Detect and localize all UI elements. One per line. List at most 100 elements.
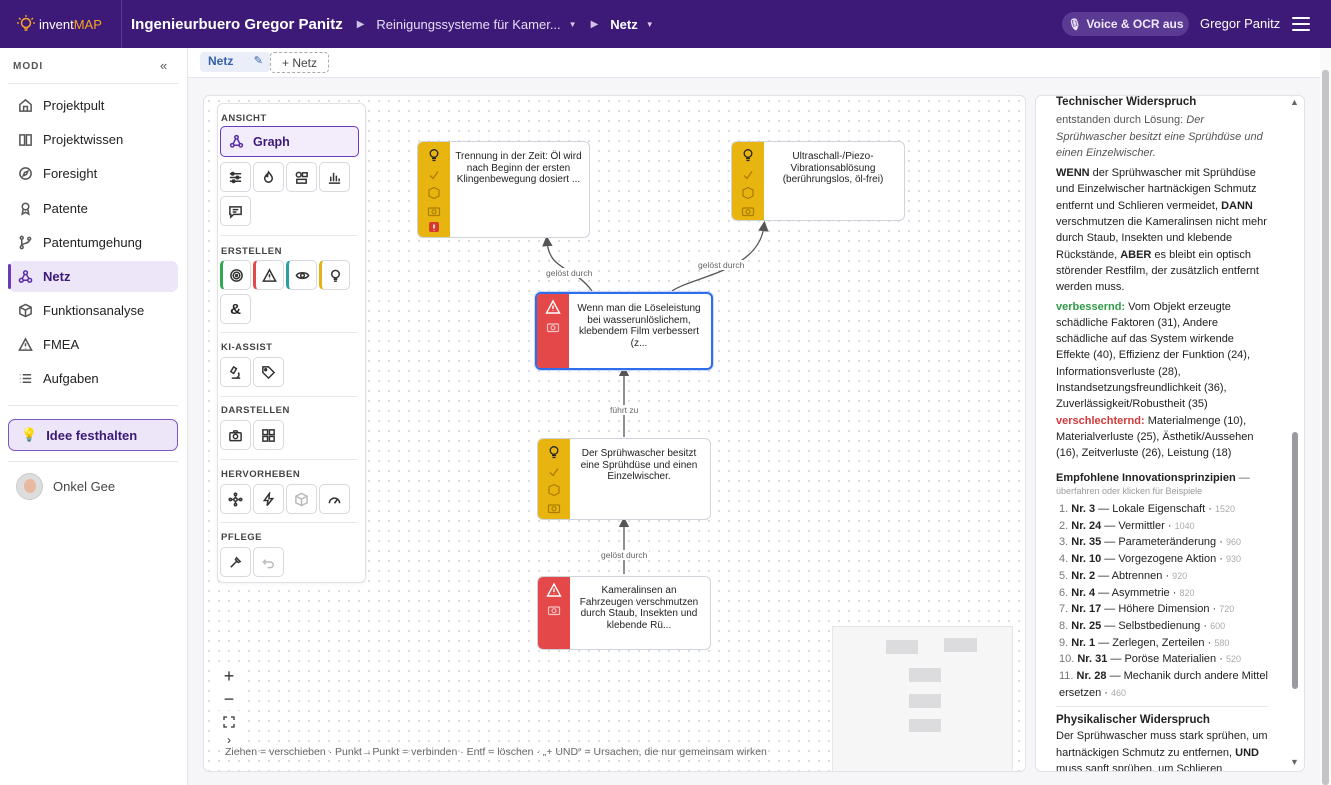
create-goal-button[interactable] (220, 260, 251, 290)
fit-view-button[interactable] (216, 711, 242, 733)
graph-node-solution[interactable]: Trennung in der Zeit: Öl wird nach Begin… (417, 141, 590, 238)
minimap[interactable] (832, 626, 1013, 771)
sidebar-item-foresight[interactable]: Foresight (8, 158, 178, 189)
network-icon (18, 270, 33, 283)
sidebar-item-projektwissen[interactable]: Projektwissen (8, 124, 178, 155)
principle-item[interactable]: 10. Nr. 31 — Poröse Materialien · 520 (1059, 651, 1279, 668)
scroll-up-icon[interactable]: ▲ (1290, 97, 1299, 107)
collapse-sidebar-icon[interactable]: « (160, 58, 167, 73)
sidebar-item-projektpult[interactable]: Projektpult (8, 90, 178, 121)
idee-festhalten-button[interactable]: 💡 Idee festhalten (8, 419, 178, 451)
create-observation-button[interactable] (286, 260, 317, 290)
principle-position: 1. (1059, 503, 1069, 515)
account-name: Onkel Gee (53, 479, 116, 494)
shapes-button[interactable] (286, 162, 317, 192)
chevron-down-icon[interactable]: ▼ (646, 20, 654, 29)
graph-node-problem[interactable]: Kameralinsen an Fahrzeugen verschmutzen … (537, 576, 711, 650)
principle-item[interactable]: 2. Nr. 24 — Vermittler · 1040 (1059, 518, 1279, 535)
sidebar-item-aufgaben[interactable]: Aufgaben (8, 363, 178, 394)
principle-number: Nr. 17 (1071, 603, 1102, 616)
alert-icon (429, 222, 439, 232)
verschlechternd-label: verschlechternd: (1056, 414, 1145, 427)
tag-button[interactable] (253, 357, 284, 387)
highlight-components-button[interactable] (286, 484, 317, 514)
principle-name: — Parameteränderung (1101, 536, 1217, 549)
sidebar-item-fmea[interactable]: FMEA (8, 329, 178, 360)
panel-scrollbar[interactable]: ▲ ▼ (1287, 95, 1303, 772)
tab-netz[interactable]: Netz ✎ (200, 52, 270, 72)
sidebar-item-funktionsanalyse[interactable]: Funktionsanalyse (8, 295, 178, 326)
highlight-impact-button[interactable] (253, 484, 284, 514)
breadcrumb-topic[interactable]: Reinigungssysteme für Kamer... (376, 17, 560, 32)
edit-pencil-icon[interactable]: ✎ (254, 54, 263, 67)
add-netz-button[interactable]: + Netz (270, 52, 329, 73)
page-scrollbar[interactable] (1320, 48, 1331, 785)
principle-position: 11. (1059, 670, 1074, 683)
principle-number: Nr. 31 (1077, 653, 1108, 666)
node-text: Der Sprühwascher besitzt eine Sprühdüse … (580, 448, 698, 482)
minimap-node (909, 668, 941, 682)
page-scrollbar-thumb[interactable] (1322, 70, 1329, 785)
detail-panel: Technischer Widerspruch entstanden durch… (1035, 95, 1305, 772)
sidebar-item-label: FMEA (43, 337, 80, 352)
voice-ocr-toggle[interactable]: 🎙 Voice & OCR aus (1062, 12, 1189, 36)
account-entry[interactable]: Onkel Gee (16, 473, 115, 500)
graph-node-contradiction-selected[interactable]: Wenn man die Löseleistung bei wasserunlö… (535, 292, 713, 370)
principle-item[interactable]: 5. Nr. 2 — Abtrennen · 920 (1059, 568, 1279, 585)
breadcrumb-mode[interactable]: Netz (610, 17, 637, 32)
graph-canvas[interactable]: gelöst durch gelöst durch führt zu gelös… (203, 95, 1026, 772)
idee-label: Idee festhalten (46, 427, 138, 443)
create-problem-button[interactable] (253, 260, 284, 290)
zoom-out-button[interactable]: − (216, 688, 242, 710)
view-graph-button[interactable]: Graph (220, 126, 359, 157)
maintenance-button[interactable] (220, 547, 251, 577)
logo-text-map: MAP (73, 16, 102, 32)
graph-node-solution[interactable]: Der Sprühwascher besitzt eine Sprühdüse … (537, 438, 711, 520)
principle-item[interactable]: 7. Nr. 17 — Höhere Dimension · 720 (1059, 601, 1279, 618)
principle-item[interactable]: 11. Nr. 28 — Mechanik durch andere Mitte… (1059, 668, 1279, 701)
principle-item[interactable]: 1. Nr. 3 — Lokale Eigenschaft · 1520 (1059, 501, 1279, 518)
principle-item[interactable]: 9. Nr. 1 — Zerlegen, Zerteilen · 580 (1059, 635, 1279, 652)
scrollbar-thumb[interactable] (1292, 432, 1298, 689)
principle-item[interactable]: 8. Nr. 25 — Selbstbedienung · 600 (1059, 618, 1279, 635)
sidebar-item-netz[interactable]: Netz (8, 261, 178, 292)
fire-button[interactable] (253, 162, 284, 192)
branch-icon (19, 235, 32, 250)
principle-item[interactable]: 4. Nr. 10 — Vorgezogene Aktion · 930 (1059, 551, 1279, 568)
minimap-node (886, 640, 918, 654)
chevron-down-icon[interactable]: ▼ (569, 20, 577, 29)
scroll-down-icon[interactable]: ▼ (1290, 757, 1299, 767)
edge-gelost-durch-1[interactable] (542, 235, 593, 292)
ai-assist-button[interactable] (220, 357, 251, 387)
user-name[interactable]: Gregor Panitz (1200, 16, 1280, 31)
principle-item[interactable]: 6. Nr. 4 — Asymmetrie · 820 (1059, 585, 1279, 602)
warning-icon (262, 267, 277, 282)
graph-node-solution[interactable]: Ultraschall-/Piezo-Vibrationsablösung (b… (731, 141, 905, 221)
and-connector-button[interactable]: & (220, 294, 251, 324)
project-title[interactable]: Ingenieurbuero Gregor Panitz (131, 16, 343, 33)
principle-count: 460 (1110, 687, 1127, 698)
principle-item[interactable]: 3. Nr. 35 — Parameteränderung · 960 (1059, 534, 1279, 551)
check-icon (743, 171, 753, 180)
highlight-network-button[interactable] (220, 484, 251, 514)
undo-button[interactable] (253, 547, 284, 577)
chevron-right-icon: › (227, 733, 231, 747)
sidebar-item-patentumgehung[interactable]: Patentumgehung (8, 227, 178, 258)
grid-icon (262, 428, 275, 442)
hamburger-menu-icon[interactable] (1292, 17, 1310, 31)
book-icon (19, 134, 32, 146)
lightbulb-icon (743, 149, 753, 162)
sidebar-item-patente[interactable]: Patente (8, 193, 178, 224)
comments-button[interactable] (220, 196, 251, 226)
screenshot-button[interactable] (220, 420, 251, 450)
filter-button[interactable] (220, 162, 251, 192)
app-logo[interactable]: invent MAP (0, 0, 122, 48)
zoom-in-button[interactable]: + (216, 665, 242, 687)
edge-gelost-durch-2[interactable] (671, 220, 769, 292)
create-idea-button[interactable] (319, 260, 350, 290)
cube-icon (742, 186, 754, 200)
lock-view-button[interactable]: › (216, 733, 242, 747)
highlight-gauge-button[interactable] (319, 484, 350, 514)
layout-grid-button[interactable] (253, 420, 284, 450)
chart-button[interactable] (319, 162, 350, 192)
